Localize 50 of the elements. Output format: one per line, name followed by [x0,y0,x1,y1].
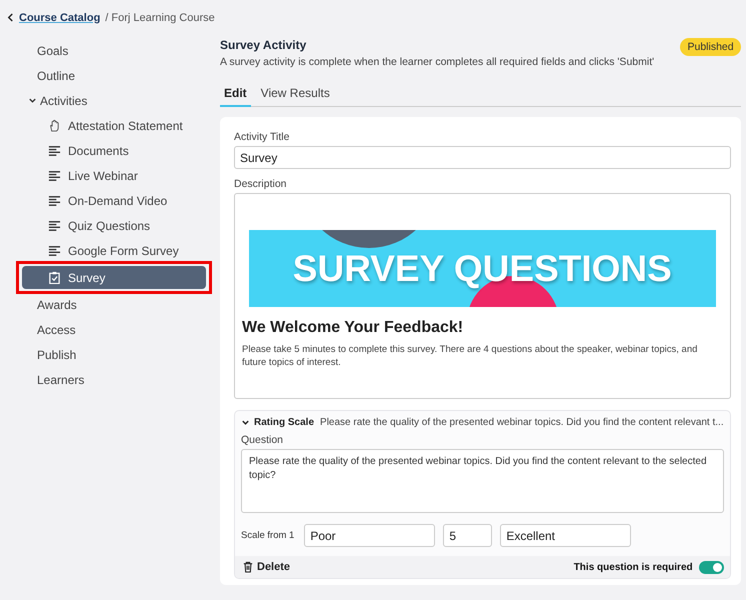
sidebar-item[interactable]: Goals [0,38,212,63]
breadcrumb-current: / Forj Learning Course [105,12,215,24]
sidebar-item[interactable]: Documents [22,139,206,162]
sidebar-item[interactable]: Activities [0,88,212,113]
sidebar-item[interactable]: Quiz Questions [22,214,206,237]
sidebar-item[interactable]: Awards [0,292,212,317]
sidebar-item[interactable]: On-Demand Video [22,189,206,212]
description-editor[interactable]: SURVEY QUESTIONS We Welcome Your Feedback! Please take 5 minutes to complete this survey. There are 4 questions about the speaker, webinar topics, and future topics of interest. [234,193,731,399]
text-lines-icon [48,169,61,182]
required-toggle[interactable] [698,560,724,574]
status-badge: Published [680,38,741,56]
banner-graphic: SURVEY QUESTIONS [249,230,716,307]
question-summary: Please rate the quality of the presented webinar topics. Did you find the content relevant t... [320,417,724,428]
sidebar-item[interactable]: Live Webinar [22,164,206,187]
field-label: Description [234,178,288,190]
page-description: A survey activity is complete when the learner completes all required fields and clicks 'Submit' [220,56,654,68]
delete-button[interactable]: Delete [241,560,292,574]
text-lines-icon [48,244,61,257]
sidebar-item[interactable]: Google Form Survey [22,239,206,262]
high-label-field[interactable]: Excellent [500,524,632,547]
hand-icon [48,119,61,132]
clipboard-check-icon [48,271,61,284]
max-value-field[interactable]: 5 [443,524,492,547]
sidebar-item[interactable]: Outline [0,63,212,88]
text-lines-icon [48,219,61,232]
field-label: Activity Title [234,131,290,143]
text-lines-icon [48,194,61,207]
trash-icon [243,561,253,573]
back-chevron-icon[interactable] [7,13,14,22]
text-lines-icon [48,144,61,157]
sidebar-item[interactable]: Attestation Statement [22,114,206,137]
chevron-icon[interactable] [241,418,250,427]
tab[interactable]: Edit [220,81,251,107]
question-type: Rating Scale [254,417,314,428]
scale-label: Scale from 1 [241,530,294,541]
field-label: Question [241,434,284,446]
required-label: This question is required [574,562,693,572]
sidebar-item[interactable]: Access [0,317,212,342]
breadcrumb-link[interactable]: Course Catalog [19,12,100,24]
tab[interactable]: View Results [256,81,334,107]
page-title: Survey Activity [220,38,308,52]
sidebar-item[interactable]: Publish [0,342,212,367]
chevron-icon [28,96,37,105]
title-field[interactable]: Survey [234,146,731,169]
sidebar-item[interactable]: Learners [0,367,212,392]
low-label-field[interactable]: Poor [304,524,436,547]
question-field[interactable]: Please rate the quality of the presented webinar topics. Did you find the content relevant to the selected topic? [241,449,724,513]
description-heading: We Welcome Your Feedback! [242,319,464,337]
description-paragraph: Please take 5 minutes to complete this survey. There are 4 questions about the speaker, webinar topics, and future topics of interest. [242,343,698,370]
sidebar-item[interactable]: Survey [22,266,206,289]
